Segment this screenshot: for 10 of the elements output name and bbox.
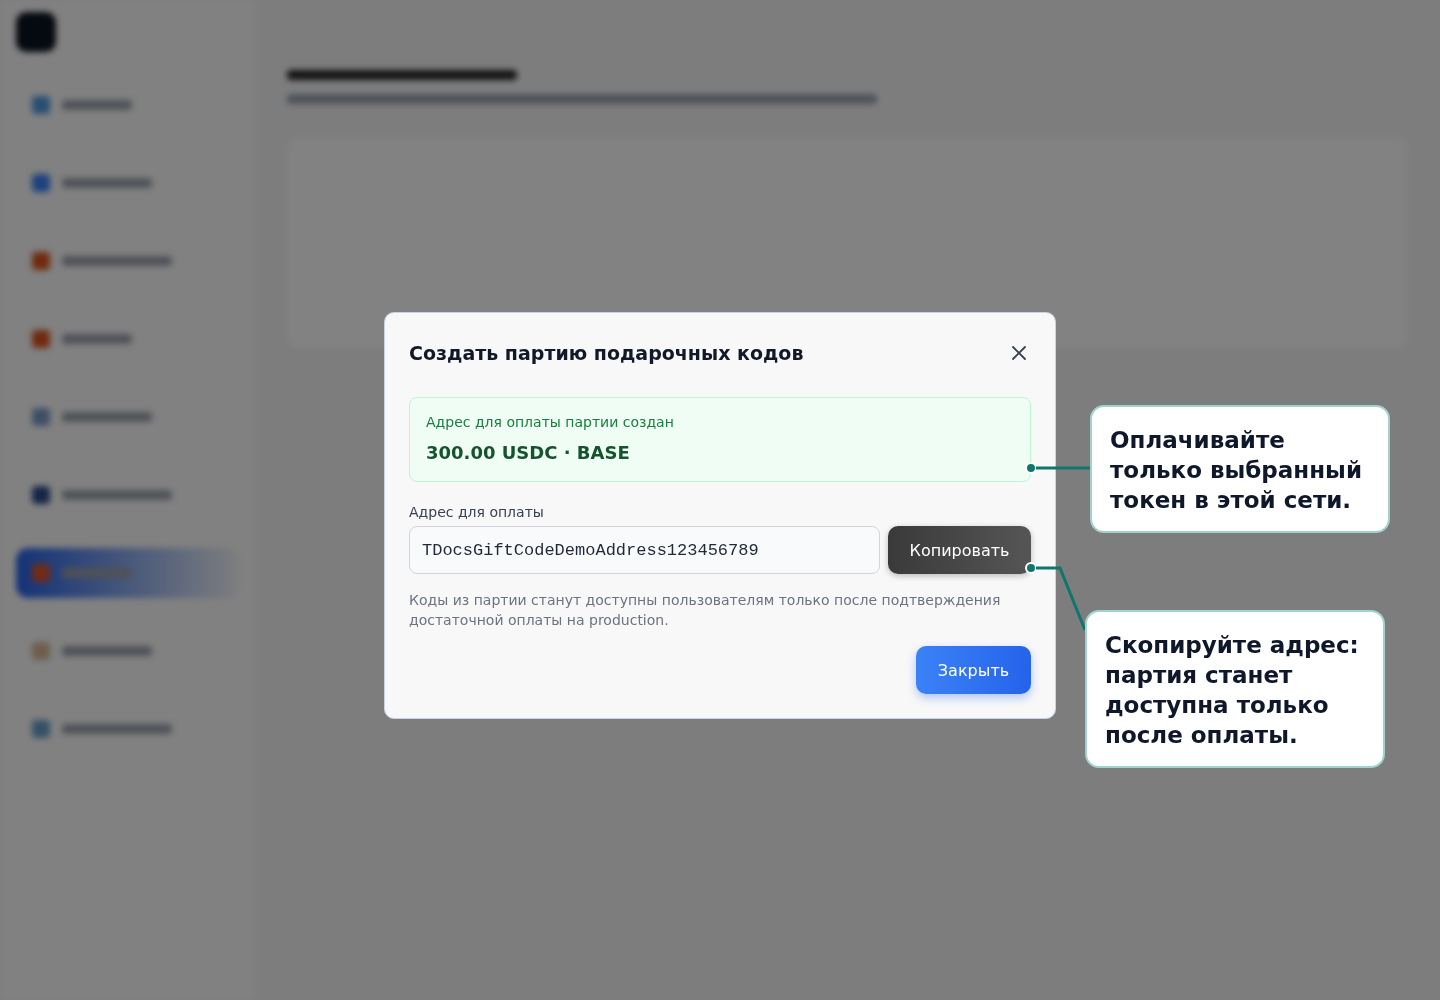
field-label: Адрес для оплаты xyxy=(409,504,545,520)
address-field[interactable]: TDocsGiftCodeDemoAddress123456789 xyxy=(409,526,880,574)
close-button[interactable]: Закрыть xyxy=(916,646,1031,694)
copy-button[interactable]: Копировать xyxy=(888,526,1031,574)
callout-text: Скопируйте адрес: партия станет доступна только после оплаты. xyxy=(1085,610,1385,768)
hint-text: Коды из партии станут доступны пользователям только после подтверждения достаточной оплаты на production. xyxy=(409,591,1002,630)
callout-text: Оплачивайте только выбранный токен в этой сети. xyxy=(1090,405,1390,533)
payment-amount: 300.00 USDC · BASE xyxy=(426,442,631,463)
dialog-title: Создать партию подарочных кодов xyxy=(409,342,804,364)
notice-label: Адрес для оплаты партии создан xyxy=(426,414,675,430)
